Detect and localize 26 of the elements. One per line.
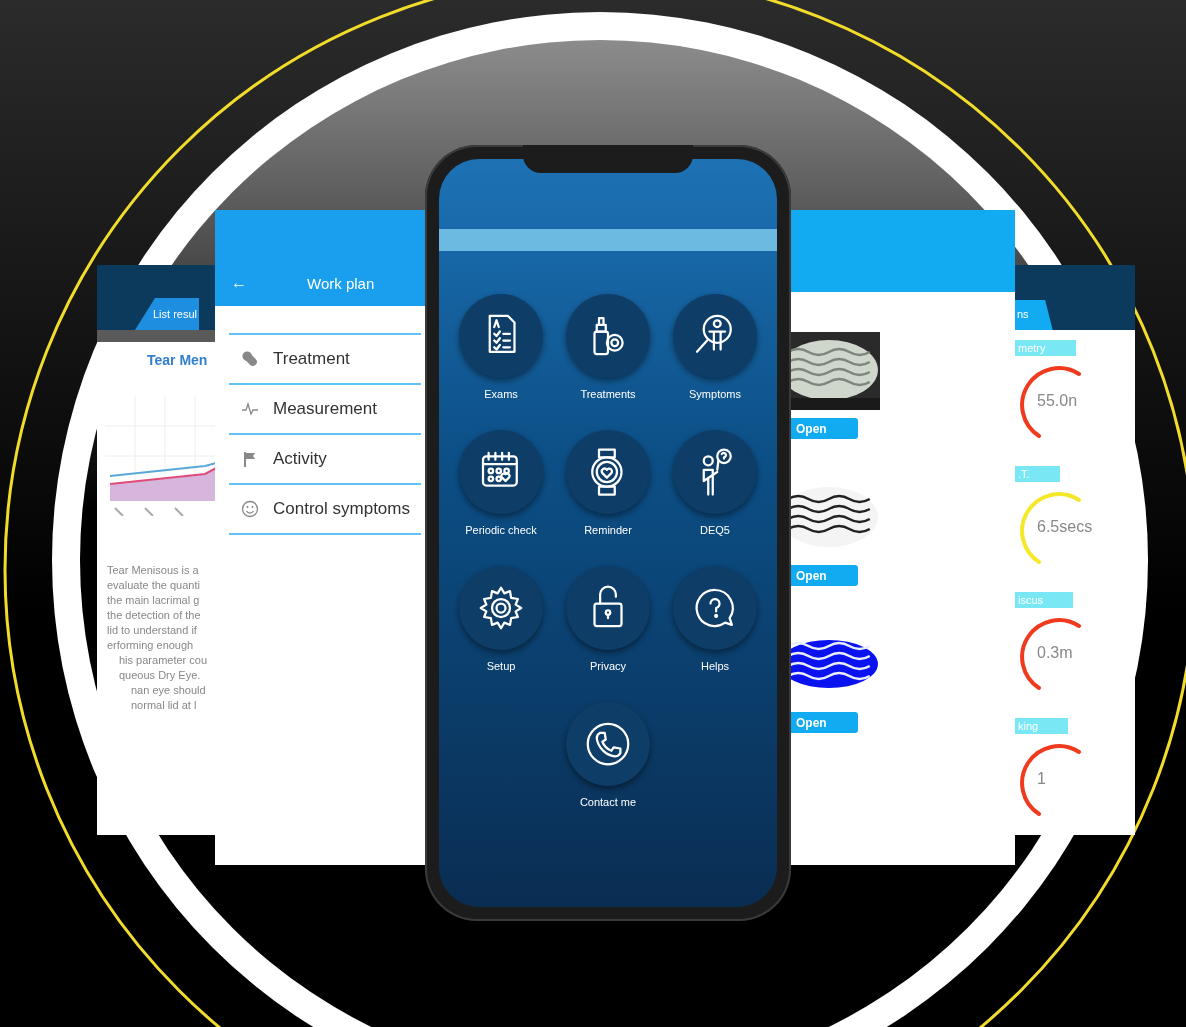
menu-item[interactable]: Activity [229,435,421,485]
screen-title: Work plan [307,275,375,292]
menu-item[interactable]: Treatment [229,335,421,385]
paragraph-line: erforming enough [107,639,195,651]
paragraph-line: the detection of the [107,609,202,621]
paragraph-line: lid to understand if [107,624,198,636]
paragraph-line: normal lid at l [130,699,198,711]
paragraph-line: his parameter cou [118,654,209,666]
menu-item[interactable]: Control symptoms [229,485,421,535]
gauge-reading: 0.3m [1037,644,1073,662]
paragraph-line: nan eye should [130,684,207,696]
gauge-label: .T. [1015,466,1060,482]
gauge-label: iscus [1015,592,1074,608]
gauge-label: king [1015,718,1069,734]
pulse-icon [241,400,259,418]
paragraph-line: the main lacrimal g [107,594,201,606]
paragraph-line: evaluate the quanti [107,579,201,591]
gauge-reading: 6.5secs [1037,518,1093,536]
gauge-reading: 55.0n [1037,392,1078,410]
menu-item[interactable]: Measurement [229,385,421,435]
gauge-reading: 1 [1037,770,1046,788]
screen-title: Tear Men [147,352,208,368]
smiley-icon [241,500,259,518]
paragraph-line: Tear Menisous is a [107,564,200,576]
gauge-label: metry [1015,340,1076,356]
paragraph-line: queous Dry Eye. [118,669,202,681]
